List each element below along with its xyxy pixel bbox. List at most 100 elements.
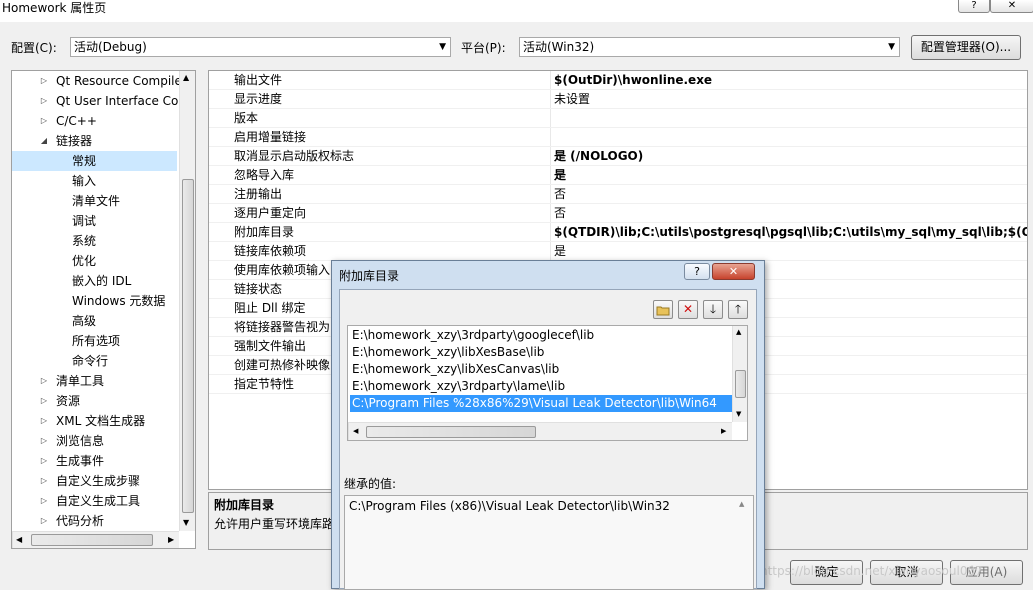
tree-item[interactable]: 命令行 — [12, 351, 172, 371]
tree-item[interactable]: ▷ XML 文档生成器 — [12, 411, 172, 431]
expand-arrow-icon[interactable]: ▷ — [38, 71, 50, 91]
new-folder-icon[interactable] — [653, 300, 673, 319]
tree-item[interactable]: 系统 — [12, 231, 172, 251]
scroll-left-icon[interactable]: ◀ — [16, 535, 22, 544]
property-value[interactable]: $(OutDir)\hwonline.exe — [554, 71, 712, 89]
tree-item[interactable]: 输入 — [12, 171, 172, 191]
dialog-help-button[interactable]: ? — [684, 263, 710, 280]
expand-arrow-icon[interactable]: ▷ — [38, 451, 50, 471]
tree-item[interactable]: 常规 — [12, 151, 177, 171]
library-dir-item[interactable]: E:\homework_xzy\3rdparty\lame\lib — [350, 378, 567, 395]
expand-arrow-icon[interactable]: ▷ — [38, 391, 50, 411]
tree-item[interactable]: Windows 元数据 — [12, 291, 172, 311]
tree-item[interactable]: 高级 — [12, 311, 172, 331]
property-row[interactable]: 版本 — [209, 109, 1027, 128]
expand-arrow-icon[interactable]: ▷ — [38, 431, 50, 451]
tree-item[interactable]: ▷ 生成事件 — [12, 451, 172, 471]
tree-item-label: Qt User Interface Cor — [56, 94, 184, 108]
tree-item[interactable]: ▷ Qt User Interface Cor — [12, 91, 183, 111]
config-manager-button[interactable]: 配置管理器(O)... — [911, 35, 1021, 60]
scroll-right-icon[interactable]: ▶ — [721, 427, 726, 435]
tree-item[interactable]: ▷ 清单工具 — [12, 371, 172, 391]
list-hscroll-thumb[interactable] — [366, 426, 536, 438]
expand-arrow-icon[interactable]: ▷ — [38, 371, 50, 391]
tree-hscroll-thumb[interactable] — [31, 534, 153, 546]
expand-arrow-icon[interactable]: ▷ — [38, 91, 50, 111]
expand-arrow-icon[interactable]: ▷ — [38, 491, 50, 511]
property-value[interactable]: $(QTDIR)\lib;C:\utils\postgresql\pgsql\l… — [554, 223, 1027, 241]
library-dir-item[interactable]: E:\homework_xzy\libXesCanvas\lib — [350, 361, 561, 378]
scroll-down-icon[interactable]: ▼ — [183, 518, 189, 527]
window-title: Homework 属性页 — [2, 1, 107, 15]
delete-icon[interactable]: ✕ — [678, 300, 698, 319]
tree-item[interactable]: ▷ 自定义生成步骤 — [12, 471, 172, 491]
platform-label: 平台(P): — [461, 41, 506, 55]
property-row[interactable]: 注册输出 否 — [209, 185, 1027, 204]
library-dir-item[interactable]: C:\Program Files %28x86%29\Visual Leak D… — [350, 395, 732, 412]
tree-item[interactable]: 嵌入的 IDL — [12, 271, 172, 291]
close-button[interactable]: ✕ — [990, 0, 1033, 13]
column-divider — [550, 147, 551, 165]
expand-arrow-icon[interactable]: ▷ — [38, 471, 50, 491]
tree-item[interactable]: ▷ 自定义生成工具 — [12, 491, 172, 511]
list-toolbar: ✕ 🡓 🡑 — [653, 300, 749, 319]
tree-item[interactable]: ▷ C/C++ — [12, 111, 172, 131]
config-select[interactable]: 活动(Debug) ▼ — [70, 37, 451, 57]
expand-arrow-icon[interactable]: ▷ — [38, 111, 50, 131]
scroll-left-icon[interactable]: ◀ — [353, 427, 358, 435]
column-divider — [550, 90, 551, 108]
tree-vertical-scrollbar[interactable]: ▲ ▼ — [179, 71, 195, 531]
tree-horizontal-scrollbar[interactable]: ◀ ▶ — [12, 531, 179, 548]
property-row[interactable]: 显示进度 未设置 — [209, 90, 1027, 109]
property-value[interactable]: 否 — [554, 185, 566, 203]
property-name: 启用增量链接 — [234, 130, 307, 144]
tree-item[interactable]: 优化 — [12, 251, 172, 271]
tree-item-label: 代码分析 — [56, 514, 105, 528]
scroll-down-icon[interactable]: ▼ — [736, 410, 741, 418]
expand-arrow-icon[interactable]: ▷ — [38, 511, 50, 531]
property-row[interactable]: 忽略导入库 是 — [209, 166, 1027, 185]
property-row[interactable]: 输出文件 $(OutDir)\hwonline.exe — [209, 71, 1027, 90]
list-vertical-scrollbar[interactable]: ▲ ▼ — [732, 326, 747, 422]
property-row[interactable]: 启用增量链接 — [209, 128, 1027, 147]
move-up-icon[interactable]: 🡑 — [728, 300, 748, 319]
property-row[interactable]: 取消显示启动版权标志 是 (/NOLOGO) — [209, 147, 1027, 166]
tree-item[interactable]: ▷ 代码分析 — [12, 511, 172, 531]
list-scroll-thumb[interactable] — [735, 370, 746, 398]
tree-item-label: 资源 — [56, 394, 81, 408]
property-row[interactable]: 附加库目录 $(QTDIR)\lib;C:\utils\postgresql\pg… — [209, 223, 1027, 242]
chevron-down-icon: ▼ — [888, 42, 895, 52]
scroll-up-icon[interactable]: ▲ — [183, 73, 189, 82]
library-dir-item[interactable]: E:\homework_xzy\libXesBase\lib — [350, 344, 546, 361]
tree-item[interactable]: 所有选项 — [12, 331, 172, 351]
property-value[interactable]: 是 — [554, 166, 566, 184]
watermark-text: https://blog.csdn.net/xiaoyaosoul007 — [760, 564, 983, 578]
property-name: 忽略导入库 — [234, 168, 295, 182]
expand-arrow-icon[interactable]: ▷ — [38, 411, 50, 431]
tree-item[interactable]: ▷ Qt Resource Compile — [12, 71, 182, 91]
scroll-right-icon[interactable]: ▶ — [168, 535, 174, 544]
library-dir-item[interactable]: E:\homework_xzy\3rdparty\googlecef\lib — [350, 327, 596, 344]
tree-item[interactable]: ▷ 资源 — [12, 391, 172, 411]
property-value[interactable]: 是 (/NOLOGO) — [554, 147, 643, 165]
tree-item[interactable]: ▷ 浏览信息 — [12, 431, 172, 451]
platform-select[interactable]: 活动(Win32) ▼ — [519, 37, 900, 57]
list-horizontal-scrollbar[interactable]: ◀ ▶ — [348, 422, 732, 440]
collapse-arrow-icon[interactable]: ◢ — [38, 131, 50, 151]
scroll-up-icon[interactable]: ▲ — [739, 500, 744, 508]
property-value[interactable]: 是 — [554, 242, 566, 260]
property-row[interactable]: 逐用户重定向 否 — [209, 204, 1027, 223]
tree-item[interactable]: ◢ 链接器 — [12, 131, 172, 151]
dialog-close-button[interactable]: ✕ — [712, 263, 755, 280]
property-value[interactable]: 未设置 — [554, 90, 590, 108]
tree-scroll-thumb[interactable] — [182, 179, 194, 513]
tree-item[interactable]: 调试 — [12, 211, 172, 231]
property-name: 显示进度 — [234, 92, 283, 106]
tree-item[interactable]: 清单文件 — [12, 191, 172, 211]
property-value[interactable]: 否 — [554, 204, 566, 222]
property-row[interactable]: 链接库依赖项 是 — [209, 242, 1027, 261]
move-down-icon[interactable]: 🡓 — [703, 300, 723, 319]
help-button[interactable]: ? — [958, 0, 990, 13]
column-divider — [550, 71, 551, 89]
scroll-up-icon[interactable]: ▲ — [736, 328, 741, 336]
